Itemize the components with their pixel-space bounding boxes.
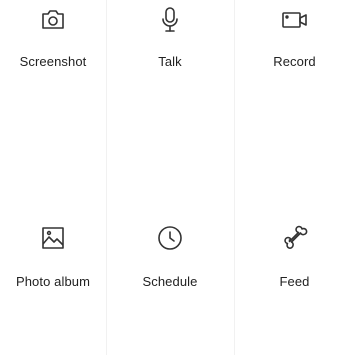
- talk-button[interactable]: Talk: [106, 0, 234, 148]
- feature-grid: Screenshot Talk Record Photo album Sched…: [0, 0, 355, 355]
- microphone-icon: [154, 4, 186, 36]
- clock-icon: [154, 222, 186, 254]
- schedule-button[interactable]: Schedule: [106, 148, 234, 355]
- camera-icon: [37, 4, 69, 36]
- tile-label: Schedule: [142, 274, 198, 289]
- record-button[interactable]: Record: [234, 0, 355, 148]
- tile-label: Talk: [158, 54, 182, 69]
- photo-album-button[interactable]: Photo album: [0, 148, 106, 355]
- tile-label: Feed: [279, 274, 310, 289]
- screenshot-button[interactable]: Screenshot: [0, 0, 106, 148]
- tile-label: Record: [273, 54, 316, 69]
- feed-button[interactable]: Feed: [234, 148, 355, 355]
- tile-label: Photo album: [15, 274, 91, 289]
- bone-icon: [279, 222, 311, 254]
- video-camera-icon: [279, 4, 311, 36]
- image-icon: [37, 222, 69, 254]
- tile-label: Screenshot: [19, 54, 87, 69]
